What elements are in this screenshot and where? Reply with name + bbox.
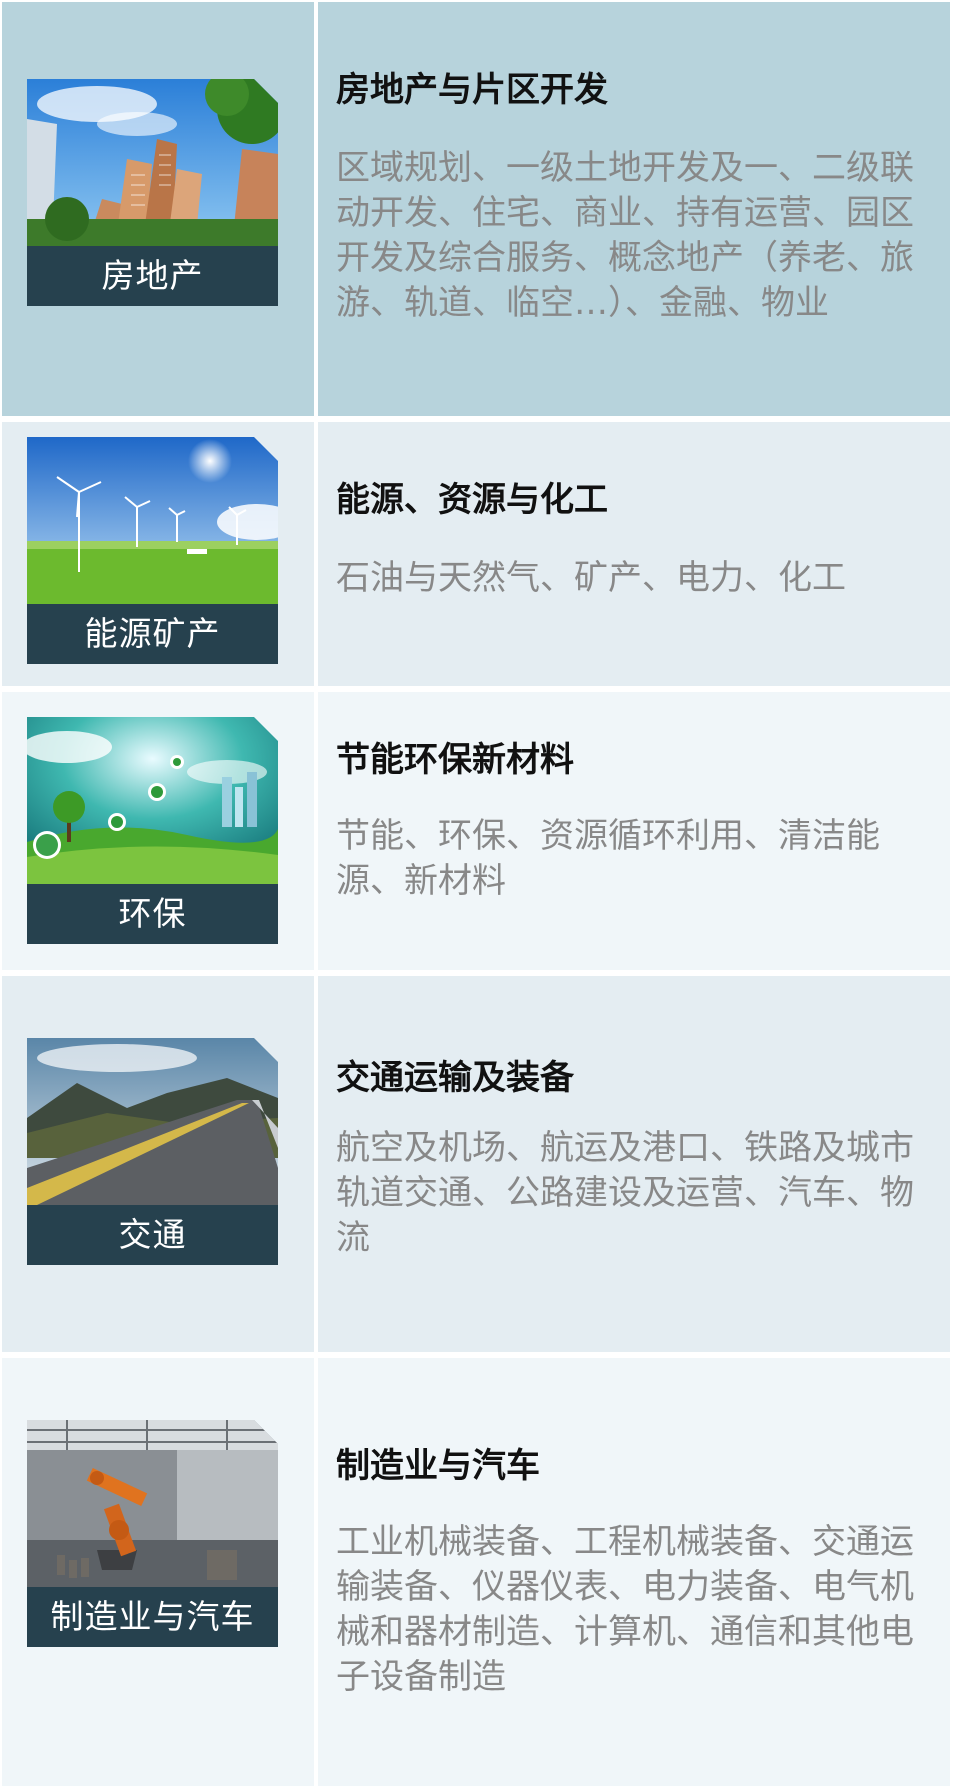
- sector-text-cell: 房地产与片区开发 区域规划、一级土地开发及一、二级联动开发、住宅、商业、持有运营…: [318, 2, 950, 416]
- sector-description: 石油与天然气、矿产、电力、化工: [336, 558, 846, 598]
- sector-caption: 交通: [27, 1205, 278, 1265]
- sector-caption: 能源矿产: [27, 604, 278, 664]
- sector-image-cell: 制造业与汽车: [2, 1358, 314, 1786]
- wind-turbines-grassland-image: [27, 437, 278, 604]
- sector-description: 航空及机场、航运及港口、铁路及城市轨道交通、公路建设及运营、汽车、物流: [336, 1128, 914, 1258]
- sector-image-cell: 能源矿产: [2, 422, 314, 686]
- sector-caption: 制造业与汽车: [27, 1587, 278, 1647]
- sector-image-cell: 交通: [2, 976, 314, 1352]
- sector-text-cell: 能源、资源与化工 石油与天然气、矿产、电力、化工: [318, 422, 950, 686]
- sector-title: 房地产与片区开发: [336, 70, 608, 110]
- sector-thumbnail: 能源矿产: [27, 437, 278, 664]
- sector-thumbnail: 交通: [27, 1038, 278, 1265]
- sector-text-cell: 节能环保新材料 节能、环保、资源循环利用、清洁能源、新材料: [318, 692, 950, 970]
- sector-thumbnail: 房地产: [27, 79, 278, 306]
- sector-image-cell: 房地产: [2, 2, 314, 416]
- green-eco-city-image: [27, 717, 278, 884]
- sector-caption: 房地产: [27, 246, 278, 306]
- sector-description: 节能、环保、资源循环利用、清洁能源、新材料: [336, 816, 880, 901]
- sector-text-cell: 制造业与汽车 工业机械装备、工程机械装备、交通运输装备、仪器仪表、电力装备、电气…: [318, 1358, 950, 1786]
- sector-thumbnail: 环保: [27, 717, 278, 944]
- sector-text-cell: 交通运输及装备 航空及机场、航运及港口、铁路及城市轨道交通、公路建设及运营、汽车…: [318, 976, 950, 1352]
- sector-row-transportation: 交通 交通运输及装备 航空及机场、航运及港口、铁路及城市轨道交通、公路建设及运营…: [2, 976, 950, 1352]
- sector-description: 工业机械装备、工程机械装备、交通运输装备、仪器仪表、电力装备、电气机械和器材制造…: [336, 1522, 914, 1697]
- sector-title: 交通运输及装备: [336, 1058, 574, 1098]
- sector-row-environmental: 环保 节能环保新材料 节能、环保、资源循环利用、清洁能源、新材料: [2, 692, 950, 970]
- sector-description: 区域规划、一级土地开发及一、二级联动开发、住宅、商业、持有运营、园区开发及综合服…: [336, 148, 914, 323]
- mountain-highway-image: [27, 1038, 278, 1205]
- sector-title: 制造业与汽车: [336, 1446, 540, 1486]
- sector-thumbnail: 制造业与汽车: [27, 1420, 278, 1647]
- residential-highrise-buildings-image: [27, 79, 278, 246]
- sector-image-cell: 环保: [2, 692, 314, 970]
- sector-row-real-estate: 房地产 房地产与片区开发 区域规划、一级土地开发及一、二级联动开发、住宅、商业、…: [2, 2, 950, 416]
- sector-title: 节能环保新材料: [336, 740, 574, 780]
- sector-title: 能源、资源与化工: [336, 480, 608, 520]
- sector-row-energy: 能源矿产 能源、资源与化工 石油与天然气、矿产、电力、化工: [2, 422, 950, 686]
- industrial-robot-arm-image: [27, 1420, 278, 1587]
- sector-row-manufacturing: 制造业与汽车 制造业与汽车 工业机械装备、工程机械装备、交通运输装备、仪器仪表、…: [2, 1358, 950, 1786]
- sector-caption: 环保: [27, 884, 278, 944]
